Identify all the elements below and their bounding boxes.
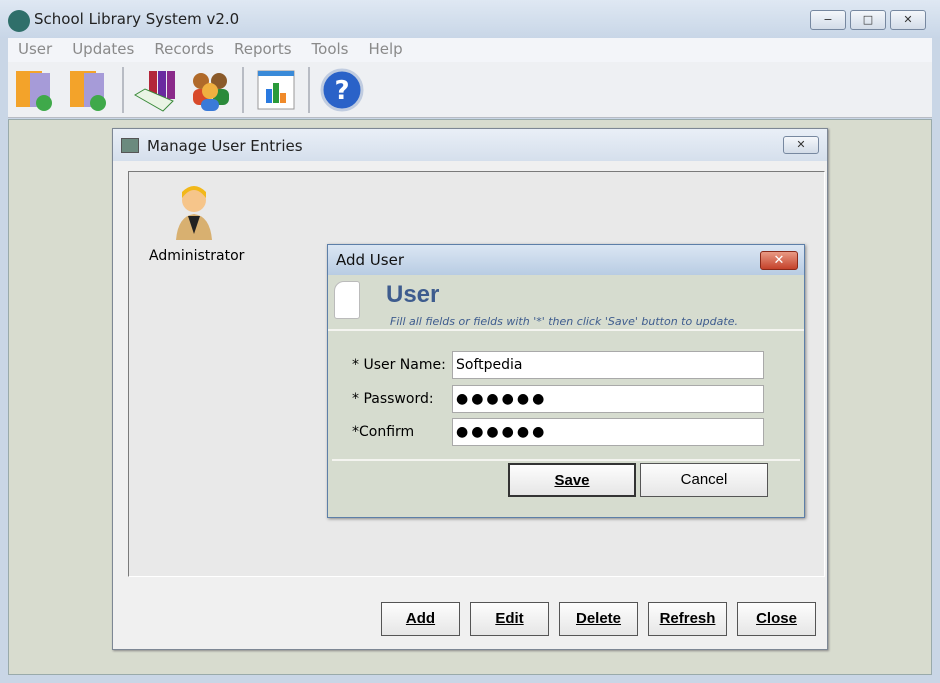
user-item-administrator[interactable]: Administrator: [149, 182, 245, 264]
document-icon: [334, 281, 360, 319]
save-button[interactable]: Save: [508, 463, 636, 497]
username-label: * User Name:: [352, 357, 446, 373]
menu-tools[interactable]: Tools: [312, 38, 349, 62]
report-chart-icon[interactable]: [252, 66, 300, 114]
toolbar-separator: [308, 66, 310, 113]
book-import-icon[interactable]: [66, 66, 114, 114]
toolbar-separator: [122, 66, 124, 113]
window-title: School Library System v2.0: [34, 10, 240, 28]
menu-user[interactable]: User: [18, 38, 52, 62]
add-user-close-button[interactable]: ✕: [760, 251, 798, 270]
help-icon[interactable]: ?: [318, 66, 366, 114]
menu-bar: User Updates Records Reports Tools Help: [8, 38, 932, 62]
add-user-title: Add User: [336, 251, 404, 269]
svg-text:?: ?: [334, 76, 349, 106]
maximize-button[interactable]: □: [850, 10, 886, 30]
title-bar: School Library System v2.0 − □ ✕: [0, 0, 940, 38]
close-button[interactable]: Close: [737, 602, 816, 636]
cancel-button[interactable]: Cancel: [640, 463, 768, 497]
app-icon: [8, 10, 30, 32]
toolbar-separator: [242, 66, 244, 113]
username-input[interactable]: Softpedia: [452, 351, 764, 379]
confirm-password-input[interactable]: ●●●●●●: [452, 418, 764, 446]
edit-button[interactable]: Edit: [470, 602, 549, 636]
password-label: * Password:: [352, 391, 434, 407]
delete-button[interactable]: Delete: [559, 602, 638, 636]
administrator-avatar-icon: [172, 182, 216, 242]
password-input[interactable]: ●●●●●●: [452, 385, 764, 413]
add-user-dialog: Add User ✕ User Fill all fields or field…: [327, 244, 805, 518]
menu-updates[interactable]: Updates: [72, 38, 134, 62]
divider: [332, 459, 800, 461]
window-icon: [121, 138, 139, 153]
confirm-label: *Confirm: [352, 424, 415, 440]
menu-reports[interactable]: Reports: [234, 38, 292, 62]
add-button[interactable]: Add: [381, 602, 460, 636]
toolbar: ?: [8, 62, 932, 118]
menu-records[interactable]: Records: [154, 38, 214, 62]
books-records-icon[interactable]: [132, 66, 180, 114]
book-export-icon[interactable]: [12, 66, 60, 114]
dialog-instructions: Fill all fields or fields with '*' then …: [390, 315, 738, 328]
user-name-label: Administrator: [149, 248, 245, 264]
manage-close-x-button[interactable]: ✕: [783, 136, 819, 154]
minimize-button[interactable]: −: [810, 10, 846, 30]
close-window-button[interactable]: ✕: [890, 10, 926, 30]
manage-window-title: Manage User Entries: [147, 137, 303, 155]
menu-help[interactable]: Help: [369, 38, 403, 62]
users-icon[interactable]: [186, 66, 234, 114]
dialog-heading: User: [386, 281, 440, 308]
refresh-button[interactable]: Refresh: [648, 602, 727, 636]
